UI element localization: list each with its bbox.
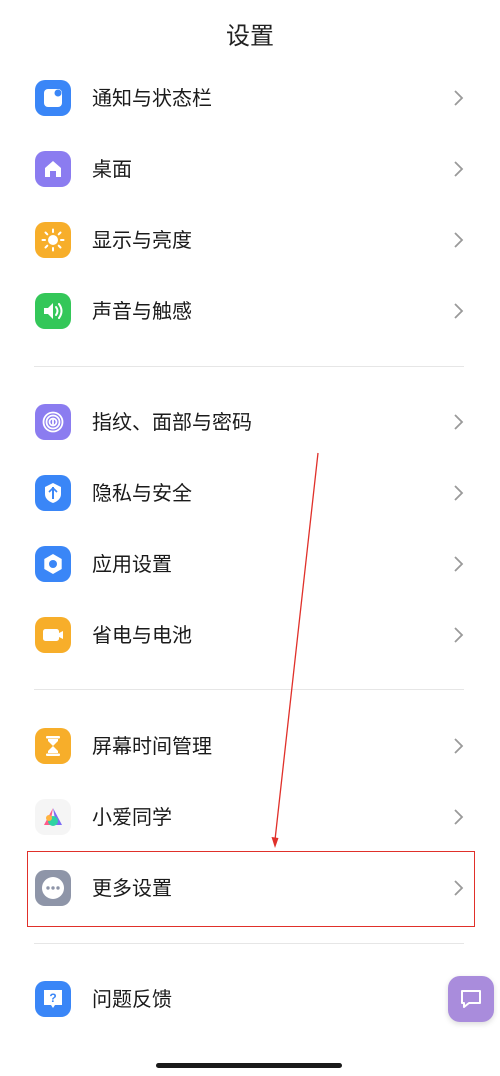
- settings-item-label: 屏幕时间管理: [92, 734, 212, 758]
- chevron-right-icon: [454, 556, 464, 572]
- settings-item-label: 应用设置: [92, 552, 172, 576]
- settings-item-xiaoai[interactable]: 小爱同学: [0, 782, 500, 852]
- settings-item-privacy[interactable]: 隐私与安全: [0, 458, 500, 528]
- speaker-icon: [35, 293, 71, 329]
- question-icon: ?: [35, 981, 71, 1017]
- svg-text:?: ?: [49, 991, 56, 1005]
- xiaoai-logo-icon: [35, 799, 71, 835]
- chevron-right-icon: [454, 485, 464, 501]
- settings-item-apps[interactable]: 应用设置: [0, 529, 500, 599]
- home-indicator[interactable]: [156, 1063, 342, 1068]
- settings-item-feedback[interactable]: ? 问题反馈: [0, 964, 500, 1034]
- battery-icon: [35, 617, 71, 653]
- chevron-right-icon: [454, 90, 464, 106]
- divider: [34, 943, 464, 944]
- settings-item-notifications[interactable]: 通知与状态栏: [0, 63, 500, 133]
- page-title: 设置: [226, 22, 274, 50]
- settings-item-label: 小爱同学: [92, 805, 172, 829]
- highlight-box: [27, 851, 475, 927]
- chevron-right-icon: [454, 738, 464, 754]
- divider: [34, 366, 464, 367]
- settings-screen: 设置 通知与状态栏 桌面 显示与亮度 声音与触感 指纹、面部与密码 隐私与安全 …: [0, 0, 500, 1076]
- chevron-right-icon: [454, 809, 464, 825]
- divider: [34, 689, 464, 690]
- settings-item-sound[interactable]: 声音与触感: [0, 276, 500, 346]
- settings-item-battery[interactable]: 省电与电池: [0, 600, 500, 670]
- notification-icon: [35, 80, 71, 116]
- hourglass-icon: [35, 728, 71, 764]
- shield-icon: [35, 475, 71, 511]
- feedback-chat-icon: [461, 990, 481, 1008]
- chevron-right-icon: [454, 627, 464, 643]
- chevron-right-icon: [454, 414, 464, 430]
- floating-feedback-button[interactable]: [448, 976, 494, 1022]
- settings-item-label: 显示与亮度: [92, 228, 192, 252]
- settings-item-label: 隐私与安全: [92, 481, 192, 505]
- fingerprint-icon: [35, 404, 71, 440]
- settings-item-display[interactable]: 显示与亮度: [0, 205, 500, 275]
- settings-item-screen-time[interactable]: 屏幕时间管理: [0, 711, 500, 781]
- settings-item-label: 省电与电池: [92, 623, 192, 647]
- chevron-right-icon: [454, 161, 464, 177]
- home-icon: [35, 151, 71, 187]
- chevron-right-icon: [454, 232, 464, 248]
- hexagon-gear-icon: [35, 546, 71, 582]
- settings-item-desktop[interactable]: 桌面: [0, 134, 500, 204]
- settings-item-label: 问题反馈: [92, 987, 172, 1011]
- chevron-right-icon: [454, 303, 464, 319]
- settings-item-label: 桌面: [92, 157, 132, 181]
- settings-item-label: 指纹、面部与密码: [92, 410, 252, 434]
- settings-item-fingerprint[interactable]: 指纹、面部与密码: [0, 387, 500, 457]
- sun-icon: [35, 222, 71, 258]
- settings-item-label: 声音与触感: [92, 299, 192, 323]
- settings-item-label: 通知与状态栏: [92, 86, 212, 110]
